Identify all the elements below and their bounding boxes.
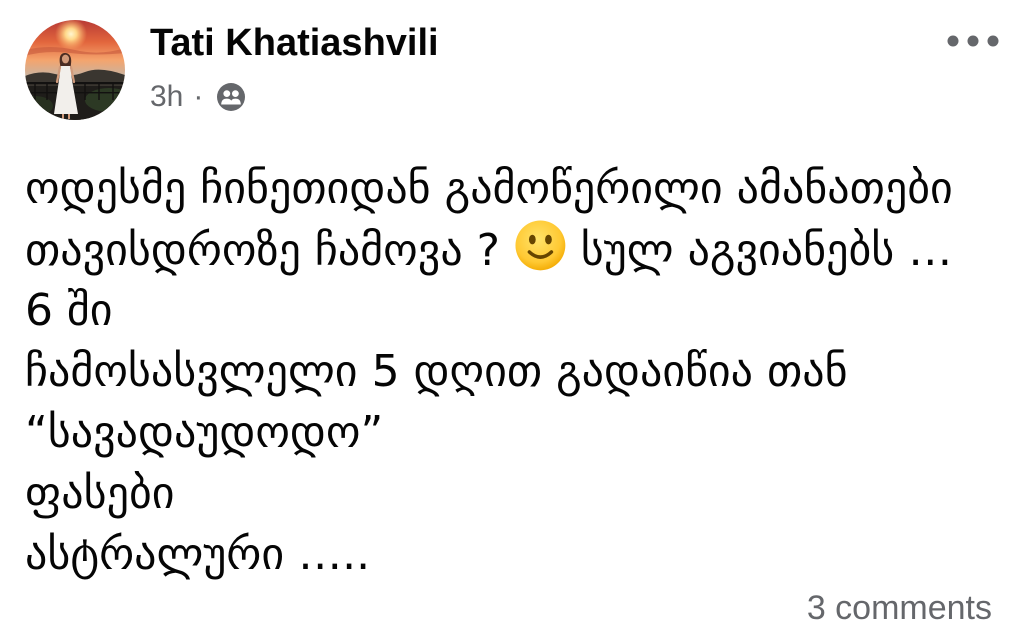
slightly-smiling-face-icon xyxy=(514,219,567,272)
author-name[interactable]: Tati Khatiashvili xyxy=(150,24,439,62)
post-card: Tati Khatiashvili 3h · ოდესმე ჩინეთიდან … xyxy=(0,0,1024,644)
emoji-face xyxy=(515,220,566,271)
post-text-line-7: ასტრალური ….. xyxy=(25,529,371,580)
avatar-railing-mid xyxy=(25,92,125,94)
post-time[interactable]: 3h xyxy=(150,82,183,112)
post-text-line-4: ჩამოსასვლელი 5 დღით გადაიწია თან xyxy=(25,346,848,397)
avatar-photo xyxy=(25,20,125,120)
friends-icon-graphic xyxy=(217,83,246,111)
post-text-line-3: 6 ში xyxy=(25,285,113,336)
friends-icon-head-left xyxy=(223,90,231,97)
meta-separator: · xyxy=(193,80,204,113)
post-body: ოდესმე ჩინეთიდან გამოწერილი ამანათები თა… xyxy=(25,158,1015,585)
more-options-button[interactable] xyxy=(946,33,1000,49)
post-text-line-6: ფასები xyxy=(25,468,175,519)
more-dot-3 xyxy=(987,35,999,47)
emoji-eye-right xyxy=(545,234,552,245)
more-dot-2 xyxy=(967,35,979,47)
post-text-segment: სულ აგვიანებს … xyxy=(566,225,953,277)
emoji-eye-left xyxy=(528,234,536,245)
avatar-face xyxy=(61,54,70,64)
more-options-icon xyxy=(947,35,999,47)
avatar[interactable] xyxy=(25,20,125,120)
comments-count-link[interactable]: 3 comments xyxy=(807,591,992,625)
friends-icon-circle xyxy=(217,83,246,111)
post-text-line-1: ოდესმე ჩინეთიდან გამოწერილი ამანათები xyxy=(25,163,953,214)
post-text-line-2: თავისდროზე ჩამოვა ? სულ აგვიანებს … xyxy=(25,219,952,280)
emoji-graphic xyxy=(515,220,566,271)
friends-icon xyxy=(216,82,246,112)
more-dot-1 xyxy=(947,35,959,47)
post-meta: 3h · xyxy=(150,82,246,112)
friends-icon-head-right xyxy=(232,90,240,97)
post-text-line-5: “სავადაუდოდო” xyxy=(25,407,384,458)
post-text-segment: თავისდროზე ჩამოვა ? xyxy=(25,225,514,277)
